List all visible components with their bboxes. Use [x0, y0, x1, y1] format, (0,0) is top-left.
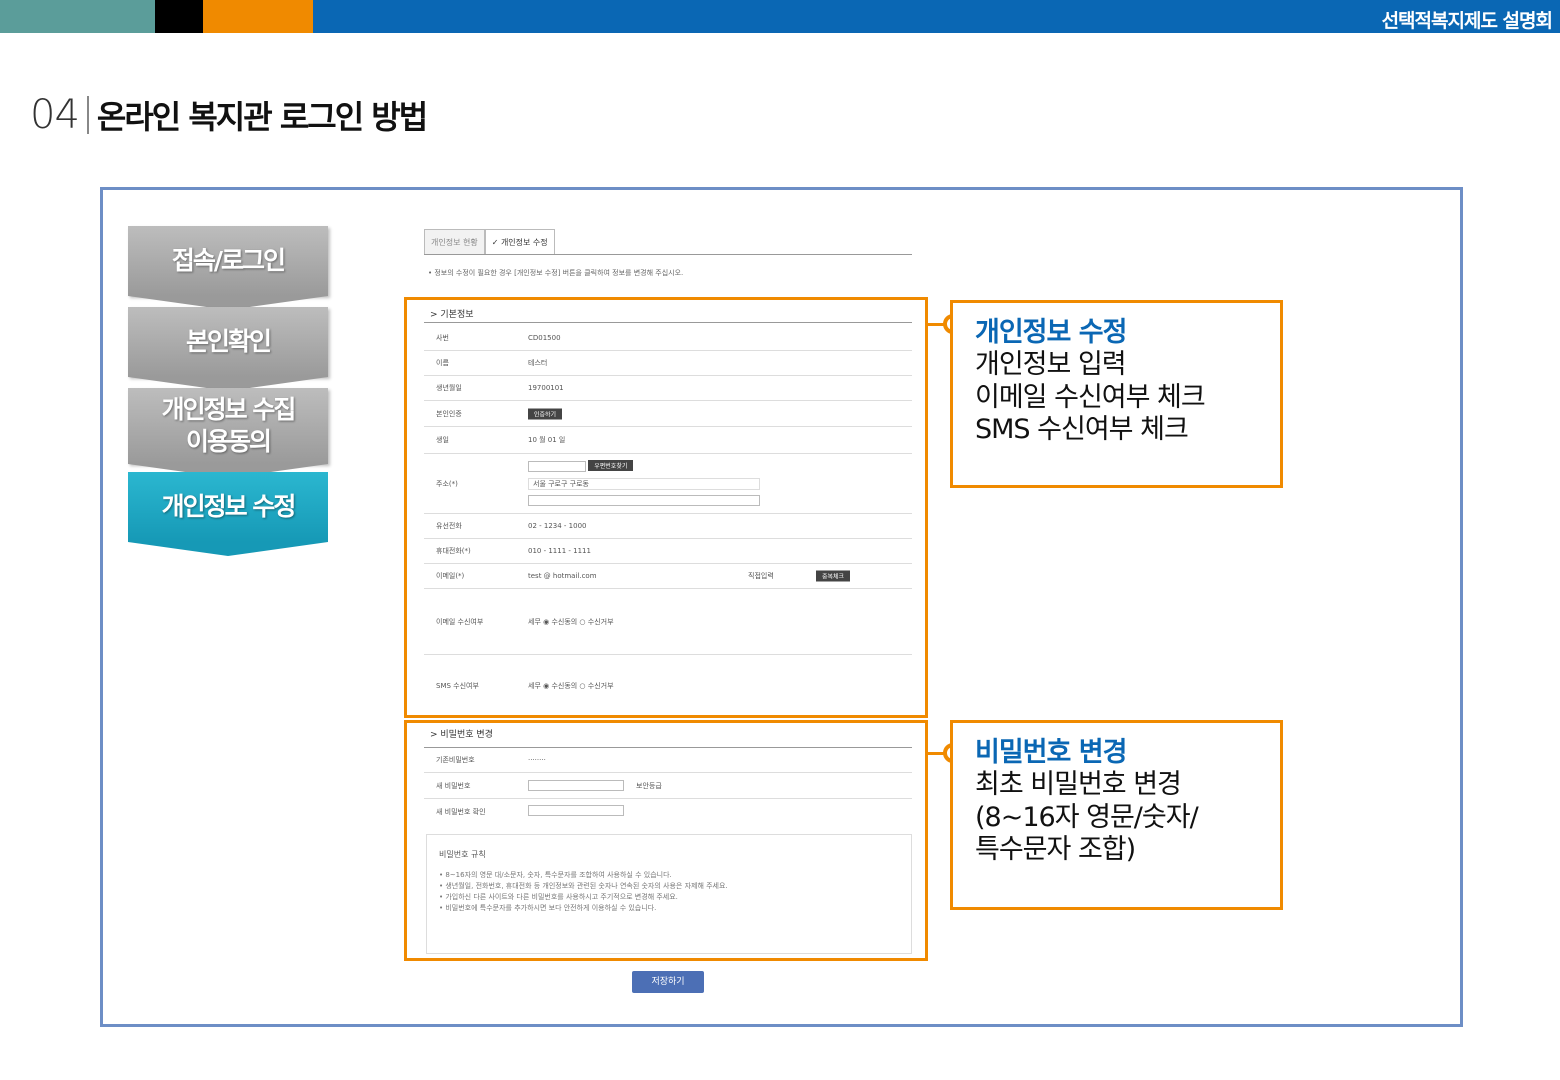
- step-identity: 본인확인: [128, 307, 328, 391]
- section-number: 04: [30, 92, 80, 138]
- step-label: 개인정보 수집 이용동의: [161, 394, 297, 457]
- callout-title: 개인정보 수정: [975, 317, 1127, 348]
- slide-title: 온라인 복지관 로그인 방법: [96, 98, 428, 136]
- tab-info-edit[interactable]: ✓ 개인정보 수정: [484, 229, 555, 255]
- form-notice: • 정보의 수정이 필요한 경우 [개인정보 수정] 버튼을 클릭하여 정보를 …: [428, 269, 684, 277]
- callout-line: 최초 비밀번호 변경: [975, 769, 1182, 801]
- step-edit-info: 개인정보 수정: [128, 472, 328, 556]
- top-bar-orange-block: [203, 0, 313, 33]
- callout-title: 비밀번호 변경: [975, 737, 1127, 768]
- presentation-title: 선택적복지제도 설명회: [1381, 10, 1553, 32]
- top-bar: 선택적복지제도 설명회: [0, 0, 1560, 33]
- step-login: 접속/로그인: [128, 226, 328, 310]
- callout-line: (8~16자 영문/숫자/: [975, 801, 1199, 833]
- top-bar-teal-block: [0, 0, 155, 33]
- highlight-password: [404, 720, 928, 961]
- callout-line: 개인정보 입력: [975, 349, 1127, 381]
- step-label: 개인정보 수정: [161, 491, 297, 521]
- callout-line: 특수문자 조합): [975, 834, 1136, 866]
- highlight-basic-info: [404, 297, 928, 718]
- callout-line: 이메일 수신여부 체크: [975, 381, 1206, 413]
- callout-edit-info: 개인정보 수정 개인정보 입력 이메일 수신여부 체크 SMS 수신여부 체크: [950, 300, 1283, 488]
- step-label: 접속/로그인: [171, 245, 286, 275]
- tab-underline: [424, 254, 912, 255]
- save-button[interactable]: 저장하기: [632, 971, 704, 993]
- callout-line: SMS 수신여부 체크: [975, 414, 1189, 446]
- step-label: 본인확인: [185, 326, 272, 356]
- heading-divider: [86, 96, 89, 134]
- slide-heading: 04 온라인 복지관 로그인 방법: [30, 92, 428, 138]
- tab-info-status[interactable]: 개인정보 현황: [424, 229, 485, 255]
- form-tabs: 개인정보 현황 ✓ 개인정보 수정: [424, 229, 555, 255]
- callout-password: 비밀번호 변경 최초 비밀번호 변경 (8~16자 영문/숫자/ 특수문자 조합…: [950, 720, 1283, 910]
- top-bar-black-block: [155, 0, 203, 33]
- step-consent: 개인정보 수집 이용동의: [128, 388, 328, 478]
